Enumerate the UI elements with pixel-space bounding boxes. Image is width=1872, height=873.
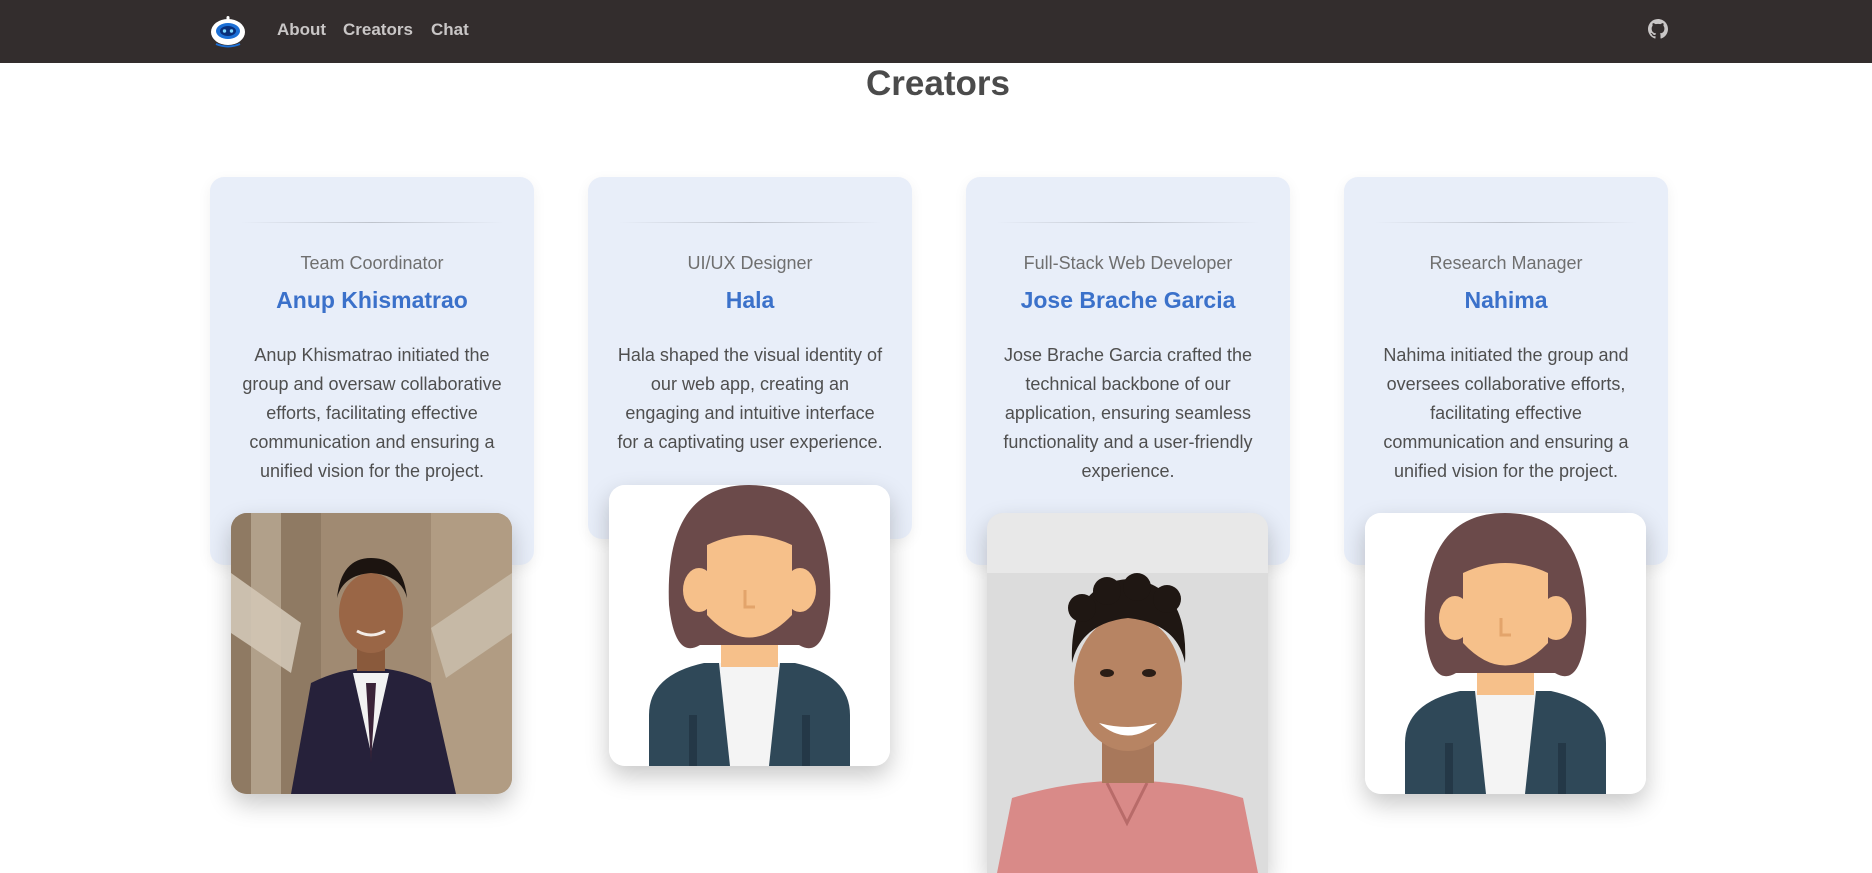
creator-role: Research Manager	[1429, 253, 1583, 273]
creator-name: Hala	[725, 287, 775, 313]
creator-bio: Nahima initiated the group and oversees …	[1383, 345, 1629, 481]
navbar: About Creators Chat	[0, 0, 1872, 63]
card-divider	[1374, 222, 1638, 223]
creator-bio: Hala shaped the visual identity of our w…	[617, 345, 883, 452]
creator-name: Jose Brache Garcia	[1020, 287, 1236, 313]
female-avatar-icon	[609, 485, 890, 766]
creator-role: Team Coordinator	[300, 253, 444, 273]
nav-link-creators[interactable]: Creators	[343, 18, 413, 42]
nav-link-about[interactable]: About	[277, 18, 326, 42]
page-title: Creators	[866, 64, 1010, 103]
creator-photo-nahima	[1365, 513, 1646, 794]
creator-bio: Jose Brache Garcia crafted the technical…	[1003, 345, 1253, 481]
card-divider	[240, 222, 504, 223]
creator-photo-hala	[609, 485, 890, 766]
portrait-photo	[987, 513, 1268, 873]
creator-role: Full-Stack Web Developer	[1023, 253, 1233, 273]
creator-role: UI/UX Designer	[687, 253, 813, 273]
github-icon[interactable]	[1648, 19, 1668, 39]
card-divider	[996, 222, 1260, 223]
creator-photo-jose	[987, 513, 1268, 873]
nav-link-chat[interactable]: Chat	[431, 18, 469, 42]
creator-name: Nahima	[1464, 287, 1548, 313]
female-avatar-icon	[1365, 513, 1646, 794]
creator-name: Anup Khismatrao	[276, 287, 468, 313]
creator-card: Team Coordinator Anup Khismatrao Anup Kh…	[210, 177, 534, 565]
creator-card: Research Manager Nahima Nahima initiated…	[1344, 177, 1668, 565]
creator-bio: Anup Khismatrao initiated the group and …	[242, 345, 502, 481]
creator-photo-anup	[231, 513, 512, 794]
portrait-photo	[231, 513, 512, 794]
creator-card: Full-Stack Web Developer Jose Brache Gar…	[966, 177, 1290, 565]
card-divider	[618, 222, 882, 223]
robot-logo-icon[interactable]	[210, 14, 246, 48]
